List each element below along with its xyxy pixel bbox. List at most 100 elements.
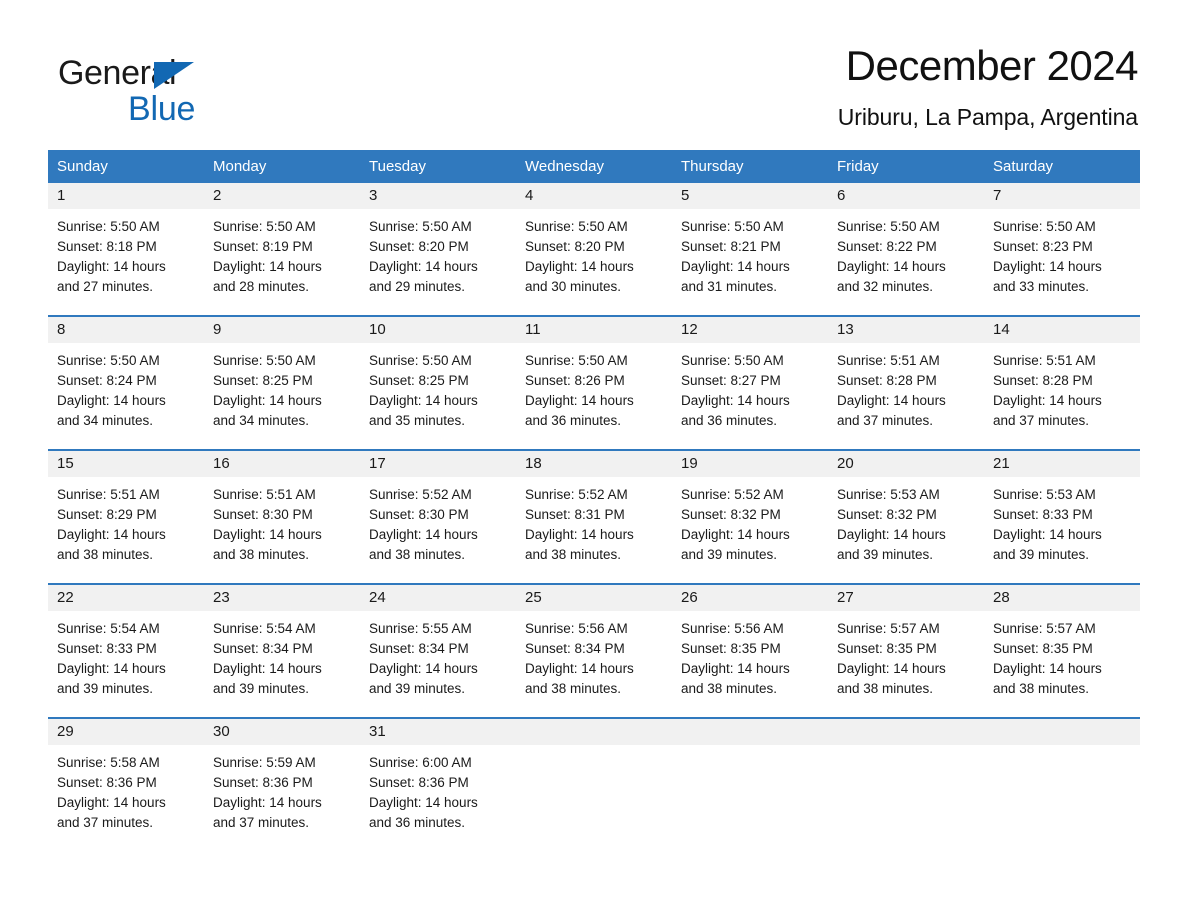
- daylight-duration-line1: Daylight: 14 hours: [993, 259, 1102, 275]
- calendar-day-cell[interactable]: 23 Sunrise: 5:54 AM Sunset: 8:34 PM Dayligh…: [204, 585, 360, 713]
- day-number: 12: [672, 317, 828, 344]
- weekday-header-saturday: Saturday: [993, 158, 1054, 176]
- day-details: Sunrise: 5:50 AM Sunset: 8:20 PM Daylight:…: [360, 209, 516, 297]
- sunrise-time: Sunrise: 5:54 AM: [213, 621, 316, 637]
- calendar-day-cell[interactable]: 2 Sunrise: 5:50 AM Sunset: 8:19 PM Daylight…: [204, 183, 360, 311]
- sunrise-time: Sunrise: 5:50 AM: [681, 219, 784, 235]
- daylight-duration-line1: Daylight: 14 hours: [837, 393, 946, 409]
- day-number: 3: [360, 183, 516, 210]
- calendar-day-cell[interactable]: 22 Sunrise: 5:54 AM Sunset: 8:33 PM Dayligh…: [48, 585, 204, 713]
- sunset-time: Sunset: 8:32 PM: [681, 507, 781, 523]
- calendar-grid: Sunday Monday Tuesday Wednesday Thursday Frid…: [48, 150, 1140, 848]
- sunset-time: Sunset: 8:29 PM: [57, 507, 157, 523]
- calendar-day-cell[interactable]: 18 Sunrise: 5:52 AM Sunset: 8:31 PM Dayligh…: [516, 451, 672, 579]
- daylight-duration-line1: Daylight: 14 hours: [213, 795, 322, 811]
- daylight-duration-line2: and 38 minutes.: [57, 547, 154, 563]
- daylight-duration-line2: and 38 minutes.: [525, 681, 622, 697]
- calendar-day-cell[interactable]: 14 Sunrise: 5:51 AM Sunset: 8:28 PM Dayligh…: [984, 317, 1140, 445]
- day-number: 23: [204, 585, 360, 612]
- weekday-header-sunday: Sunday: [57, 158, 108, 176]
- sunset-time: Sunset: 8:36 PM: [369, 775, 469, 791]
- calendar-day-cell[interactable]: 31 Sunrise: 6:00 AM Sunset: 8:36 PM Dayligh…: [360, 719, 516, 847]
- calendar-day-cell[interactable]: 13 Sunrise: 5:51 AM Sunset: 8:28 PM Dayligh…: [828, 317, 984, 445]
- day-details: Sunrise: 5:57 AM Sunset: 8:35 PM Daylight:…: [984, 611, 1140, 699]
- day-details: Sunrise: 5:54 AM Sunset: 8:33 PM Daylight:…: [48, 611, 204, 699]
- daylight-duration-line2: and 35 minutes.: [369, 413, 466, 429]
- daylight-duration-line1: Daylight: 14 hours: [213, 259, 322, 275]
- calendar-day-cell[interactable]: 16 Sunrise: 5:51 AM Sunset: 8:30 PM Dayligh…: [204, 451, 360, 579]
- daylight-duration-line2: and 36 minutes.: [369, 815, 466, 831]
- calendar-day-cell[interactable]: 26 Sunrise: 5:56 AM Sunset: 8:35 PM Dayligh…: [672, 585, 828, 713]
- daylight-duration-line2: and 32 minutes.: [837, 279, 934, 295]
- calendar-day-cell[interactable]: 24 Sunrise: 5:55 AM Sunset: 8:34 PM Dayligh…: [360, 585, 516, 713]
- daylight-duration-line2: and 29 minutes.: [369, 279, 466, 295]
- day-details: Sunrise: 5:50 AM Sunset: 8:26 PM Daylight:…: [516, 343, 672, 431]
- calendar-day-cell[interactable]: 11 Sunrise: 5:50 AM Sunset: 8:26 PM Dayligh…: [516, 317, 672, 445]
- sunrise-time: Sunrise: 5:57 AM: [837, 621, 940, 637]
- daylight-duration-line2: and 39 minutes.: [213, 681, 310, 697]
- calendar-day-cell[interactable]: 1 Sunrise: 5:50 AM Sunset: 8:18 PM Daylight…: [48, 183, 204, 311]
- title-block: December 2024 Uriburu, La Pampa, Argenti…: [838, 43, 1140, 131]
- calendar-day-cell[interactable]: 19 Sunrise: 5:52 AM Sunset: 8:32 PM Dayligh…: [672, 451, 828, 579]
- calendar-day-cell[interactable]: 27 Sunrise: 5:57 AM Sunset: 8:35 PM Dayligh…: [828, 585, 984, 713]
- day-details: Sunrise: 5:51 AM Sunset: 8:30 PM Daylight:…: [204, 477, 360, 565]
- generalblue-logo[interactable]: General Blue: [48, 44, 248, 126]
- calendar-day-cell[interactable]: 7 Sunrise: 5:50 AM Sunset: 8:23 PM Daylight…: [984, 183, 1140, 311]
- calendar-day-cell[interactable]: 12 Sunrise: 5:50 AM Sunset: 8:27 PM Dayligh…: [672, 317, 828, 445]
- sunset-time: Sunset: 8:26 PM: [525, 373, 625, 389]
- calendar-day-cell[interactable]: 6 Sunrise: 5:50 AM Sunset: 8:22 PM Daylight…: [828, 183, 984, 311]
- day-number: 2: [204, 183, 360, 210]
- sunrise-time: Sunrise: 5:51 AM: [837, 353, 940, 369]
- calendar-day-cell[interactable]: 21 Sunrise: 5:53 AM Sunset: 8:33 PM Dayligh…: [984, 451, 1140, 579]
- calendar-day-cell[interactable]: 8 Sunrise: 5:50 AM Sunset: 8:24 PM Daylight…: [48, 317, 204, 445]
- sunset-time: Sunset: 8:34 PM: [213, 641, 313, 657]
- calendar-day-cell[interactable]: 5 Sunrise: 5:50 AM Sunset: 8:21 PM Daylight…: [672, 183, 828, 311]
- calendar-week-row: 8 Sunrise: 5:50 AM Sunset: 8:24 PM Daylight…: [48, 315, 1140, 446]
- day-details: Sunrise: 6:00 AM Sunset: 8:36 PM Daylight:…: [360, 745, 516, 833]
- day-number: 30: [204, 719, 360, 746]
- calendar-day-cell[interactable]: 9 Sunrise: 5:50 AM Sunset: 8:25 PM Daylight…: [204, 317, 360, 445]
- calendar-day-cell[interactable]: 30 Sunrise: 5:59 AM Sunset: 8:36 PM Dayligh…: [204, 719, 360, 847]
- day-number: 13: [828, 317, 984, 344]
- daylight-duration-line2: and 38 minutes.: [525, 547, 622, 563]
- sunset-time: Sunset: 8:28 PM: [993, 373, 1093, 389]
- day-details: [984, 745, 1140, 753]
- calendar-day-cell[interactable]: 29 Sunrise: 5:58 AM Sunset: 8:36 PM Dayligh…: [48, 719, 204, 847]
- day-number: [672, 719, 828, 746]
- day-details: Sunrise: 5:56 AM Sunset: 8:35 PM Daylight:…: [672, 611, 828, 699]
- daylight-duration-line1: Daylight: 14 hours: [993, 527, 1102, 543]
- day-number: 6: [828, 183, 984, 210]
- sunset-time: Sunset: 8:24 PM: [57, 373, 157, 389]
- calendar-day-cell[interactable]: 20 Sunrise: 5:53 AM Sunset: 8:32 PM Dayligh…: [828, 451, 984, 579]
- sunrise-time: Sunrise: 5:52 AM: [369, 487, 472, 503]
- day-number: 14: [984, 317, 1140, 344]
- day-details: Sunrise: 5:50 AM Sunset: 8:22 PM Daylight:…: [828, 209, 984, 297]
- daylight-duration-line2: and 31 minutes.: [681, 279, 778, 295]
- calendar-day-cell[interactable]: 28 Sunrise: 5:57 AM Sunset: 8:35 PM Dayligh…: [984, 585, 1140, 713]
- calendar-page: General Blue December 2024 Uriburu, La P…: [0, 0, 1188, 918]
- sunset-time: Sunset: 8:34 PM: [369, 641, 469, 657]
- sunset-time: Sunset: 8:35 PM: [837, 641, 937, 657]
- sunset-time: Sunset: 8:33 PM: [993, 507, 1093, 523]
- daylight-duration-line1: Daylight: 14 hours: [213, 527, 322, 543]
- calendar-day-cell[interactable]: 3 Sunrise: 5:50 AM Sunset: 8:20 PM Daylight…: [360, 183, 516, 311]
- day-details: Sunrise: 5:50 AM Sunset: 8:25 PM Daylight:…: [360, 343, 516, 431]
- sunset-time: Sunset: 8:23 PM: [993, 239, 1093, 255]
- calendar-day-cell[interactable]: 4 Sunrise: 5:50 AM Sunset: 8:20 PM Daylight…: [516, 183, 672, 311]
- day-details: Sunrise: 5:50 AM Sunset: 8:27 PM Daylight:…: [672, 343, 828, 431]
- calendar-day-cell[interactable]: 17 Sunrise: 5:52 AM Sunset: 8:30 PM Dayligh…: [360, 451, 516, 579]
- calendar-day-cell[interactable]: 15 Sunrise: 5:51 AM Sunset: 8:29 PM Dayligh…: [48, 451, 204, 579]
- daylight-duration-line1: Daylight: 14 hours: [681, 661, 790, 677]
- calendar-day-cell[interactable]: 25 Sunrise: 5:56 AM Sunset: 8:34 PM Dayligh…: [516, 585, 672, 713]
- sunrise-time: Sunrise: 5:50 AM: [57, 219, 160, 235]
- calendar-day-cell[interactable]: 10 Sunrise: 5:50 AM Sunset: 8:25 PM Dayligh…: [360, 317, 516, 445]
- day-details: Sunrise: 5:50 AM Sunset: 8:21 PM Daylight:…: [672, 209, 828, 297]
- calendar-week-row: 1 Sunrise: 5:50 AM Sunset: 8:18 PM Daylight…: [48, 183, 1140, 312]
- sunset-time: Sunset: 8:20 PM: [369, 239, 469, 255]
- sunrise-time: Sunrise: 5:58 AM: [57, 755, 160, 771]
- sunset-time: Sunset: 8:32 PM: [837, 507, 937, 523]
- sunrise-time: Sunrise: 5:53 AM: [993, 487, 1096, 503]
- calendar-weeks: 1 Sunrise: 5:50 AM Sunset: 8:18 PM Daylight…: [48, 183, 1140, 848]
- daylight-duration-line1: Daylight: 14 hours: [369, 259, 478, 275]
- daylight-duration-line1: Daylight: 14 hours: [525, 527, 634, 543]
